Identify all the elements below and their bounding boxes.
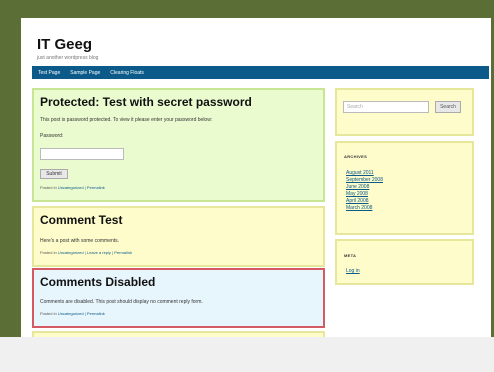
permalink-link[interactable]: Permalink <box>87 311 105 316</box>
post-body: This post is password protected. To view… <box>40 117 213 123</box>
nav-item-sample-page[interactable]: Sample Page <box>70 70 100 76</box>
archive-link[interactable]: April 2008 <box>346 198 383 205</box>
permalink-link[interactable]: Permalink <box>87 185 105 190</box>
nav-bar: Test Page Sample Page Clearing Floats <box>32 66 489 79</box>
site-title[interactable]: IT Geeg <box>37 36 92 53</box>
archive-link[interactable]: March 2008 <box>346 205 383 212</box>
blog-page: IT Geeg just another wordpress blog Test… <box>21 18 491 337</box>
search-button[interactable]: Search <box>435 101 461 113</box>
category-link[interactable]: Uncategorized <box>58 311 84 316</box>
post-comment-test: Comment Test Here's a post with some com… <box>32 206 325 267</box>
meta-widget: META Log in <box>335 239 474 285</box>
search-input[interactable]: Search <box>343 101 429 113</box>
post-body: Here's a post with some comments. <box>40 238 120 244</box>
category-link[interactable]: Uncategorized <box>58 185 84 190</box>
post-protected: Protected: Test with secret password Thi… <box>32 88 325 202</box>
meta-prefix: Posted in <box>40 185 57 190</box>
meta-separator: | <box>84 185 86 190</box>
site-description: just another wordpress blog <box>37 55 99 61</box>
post-comments-disabled: Comments Disabled Comments are disabled.… <box>32 268 325 328</box>
post-meta: Posted in Uncategorized | Leave a reply … <box>40 250 132 255</box>
meta-prefix: Posted in <box>40 311 57 316</box>
bottom-strip <box>0 337 494 372</box>
meta-separator: | <box>112 250 114 255</box>
post-body: Comments are disabled. This post should … <box>40 299 203 305</box>
meta-title: META <box>344 253 357 258</box>
category-link[interactable]: Uncategorized <box>58 250 84 255</box>
archives-widget: ARCHIVES August 2011 September 2008 June… <box>335 141 474 235</box>
nav-item-test-page[interactable]: Test Page <box>38 70 60 76</box>
post-title[interactable]: Comments Disabled <box>40 275 155 289</box>
archive-link[interactable]: August 2011 <box>346 170 383 177</box>
login-link[interactable]: Log in <box>346 268 360 275</box>
archives-list: August 2011 September 2008 June 2008 May… <box>346 170 383 212</box>
archive-link[interactable]: May 2008 <box>346 191 383 198</box>
password-label: Password: <box>40 133 64 139</box>
meta-separator: | <box>84 311 86 316</box>
post-meta: Posted in Uncategorized | Permalink <box>40 185 105 190</box>
meta-separator: | <box>84 250 86 255</box>
submit-button[interactable]: Submit <box>40 169 68 179</box>
archive-link[interactable]: September 2008 <box>346 177 383 184</box>
archive-link[interactable]: June 2008 <box>346 184 383 191</box>
post-title[interactable]: Comment Test <box>40 213 122 227</box>
search-widget: Search Search <box>335 88 474 136</box>
leave-reply-link[interactable]: Leave a reply <box>87 250 111 255</box>
meta-prefix: Posted in <box>40 250 57 255</box>
permalink-link[interactable]: Permalink <box>114 250 132 255</box>
post-meta: Posted in Uncategorized | Permalink <box>40 311 105 316</box>
post-title[interactable]: Protected: Test with secret password <box>40 95 252 109</box>
background-frame: IT Geeg just another wordpress blog Test… <box>0 0 494 337</box>
password-input[interactable] <box>40 148 124 160</box>
archives-title: ARCHIVES <box>344 154 368 159</box>
meta-list: Log in <box>346 268 360 275</box>
nav-item-clearing-floats[interactable]: Clearing Floats <box>110 70 144 76</box>
